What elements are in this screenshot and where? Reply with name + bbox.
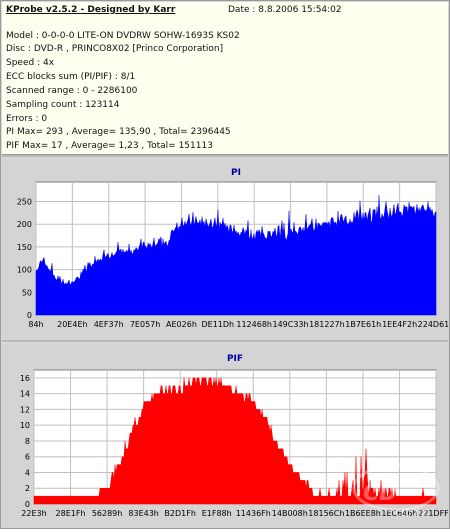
y-tick-label: 8 <box>25 437 30 446</box>
x-tick-label: 1EC646h <box>381 509 417 518</box>
x-tick-label: 83E43h <box>128 509 158 518</box>
x-tick-label: 11436Fh <box>236 509 271 518</box>
y-tick-label: 0 <box>25 500 30 509</box>
x-tick-label: 1EE4F2h <box>382 320 417 329</box>
x-tick-label: 20E4Eh <box>57 320 87 329</box>
x-tick-label: 112468h <box>236 320 272 329</box>
y-tick-label: 10 <box>20 421 30 430</box>
x-tick-label: AE026h <box>166 320 197 329</box>
y-tick-label: 16 <box>20 374 30 383</box>
scan-date: Date : 8.8.2006 15:54:02 <box>228 5 342 15</box>
x-tick-label: 181227h <box>309 320 345 329</box>
x-tick-label: 14B008h <box>272 509 308 518</box>
pif-chart: PIF 0 2 4 6 8 10 12 14 16 22E3h 28E1Fh 56289h 83E43h B… <box>20 354 450 518</box>
x-tick-label: B2D1Fh <box>164 509 196 518</box>
pif-stats: PIF Max= 17 , Average= 1,23 , Total= 151… <box>6 141 213 151</box>
ecc-blocks: ECC blocks sum (PI/PIF) : 8/1 <box>6 72 136 82</box>
app-title: KProbe v2.5.2 - Designed by Karr <box>6 5 176 15</box>
y-tick-label: 250 <box>17 198 32 207</box>
error-count: Errors : 0 <box>6 114 48 124</box>
scan-speed: Speed : 4x <box>6 58 55 68</box>
pi-chart: PI 0 50 100 150 200 250 84h 20E4Eh 4EF37h 7E057h AE… <box>17 168 450 329</box>
sampling-count: Sampling count : 123114 <box>6 100 120 110</box>
y-tick-label: 100 <box>17 266 32 275</box>
disc-info: Disc : DVD-R , PRINCO8X02 [Princo Corpor… <box>6 44 224 54</box>
y-tick-label: 4 <box>25 468 30 477</box>
y-tick-label: 2 <box>25 484 30 493</box>
y-tick-label: 12 <box>20 405 30 414</box>
x-tick-label: 28E1Fh <box>56 509 86 518</box>
info-panel: KProbe v2.5.2 - Designed by Karr Date : … <box>2 2 448 155</box>
pi-chart-panel: PI 0 50 100 150 200 250 84h 20E4Eh 4EF37h 7E057h AE… <box>2 159 450 339</box>
x-tick-label: 22E3h <box>21 509 46 518</box>
y-tick-label: 50 <box>22 288 32 297</box>
x-tick-label: 1B6EE8h <box>345 509 381 518</box>
x-tick-label: 56289h <box>92 509 123 518</box>
pif-chart-panel: PIF 0 2 4 6 8 10 12 14 16 22E3h 28E1Fh 56289h 83E43h B… <box>2 344 450 528</box>
chart-title: PI <box>231 168 241 178</box>
x-tick-label: 7E057h <box>130 320 160 329</box>
scanned-range: Scanned range : 0 - 2286100 <box>6 86 138 96</box>
x-tick-label: E1F88h <box>202 509 232 518</box>
panel-divider <box>2 340 448 342</box>
x-tick-label: 4EF37h <box>94 320 124 329</box>
pi-stats: PI Max= 293 , Average= 135,90 , Total= 2… <box>6 127 231 137</box>
y-tick-label: 0 <box>27 311 32 320</box>
x-tick-label: 149C33h <box>272 320 308 329</box>
y-tick-label: 14 <box>20 390 30 399</box>
panel-divider <box>2 155 448 157</box>
x-tick-label: 1B7E61h <box>345 320 381 329</box>
y-tick-label: 200 <box>17 220 32 229</box>
x-tick-label: 221DFFh <box>418 509 448 518</box>
x-tick-label: 84h <box>28 320 43 329</box>
kprobe-window: KProbe v2.5.2 - Designed by Karr Date : … <box>0 0 450 529</box>
x-tick-label: 224D61h <box>418 320 448 329</box>
x-tick-label: DE11Dh <box>202 320 235 329</box>
y-tick-label: 6 <box>25 453 30 462</box>
chart-title: PIF <box>227 354 243 364</box>
x-tick-label: 18156Ch <box>308 509 344 518</box>
y-tick-label: 150 <box>17 243 32 252</box>
drive-model: Model : 0-0-0-0 LITE-ON DVDRW SOHW-1693S… <box>6 31 240 41</box>
